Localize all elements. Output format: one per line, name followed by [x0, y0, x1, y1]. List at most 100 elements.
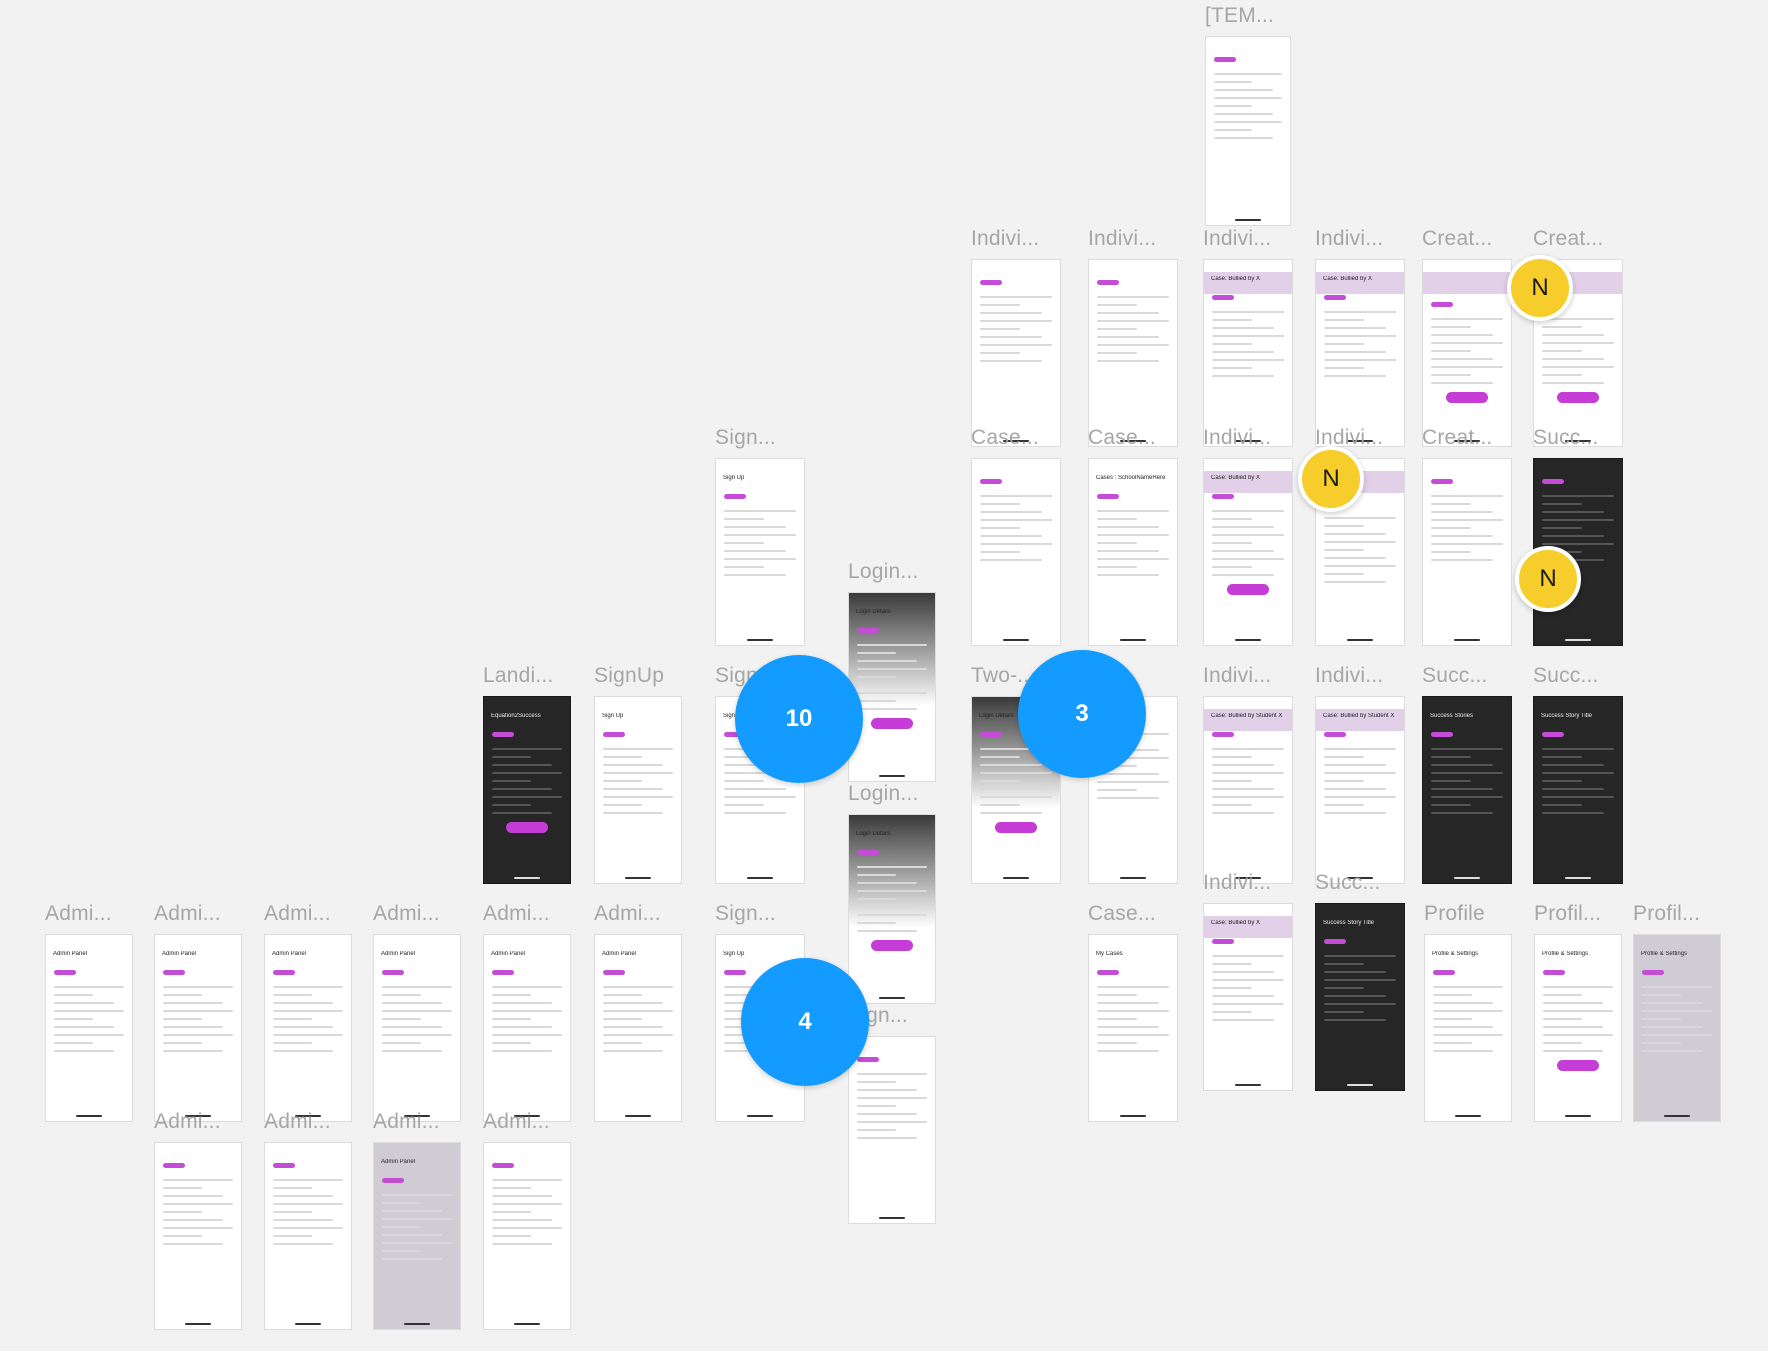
- filter-chip[interactable]: [1212, 494, 1234, 499]
- primary-button[interactable]: [1227, 584, 1269, 595]
- list-item[interactable]: [1431, 374, 1471, 376]
- list-item[interactable]: [1542, 374, 1582, 376]
- list-item[interactable]: [1324, 375, 1386, 377]
- filter-chip[interactable]: [980, 280, 1002, 285]
- list-item[interactable]: [1431, 772, 1503, 774]
- list-item[interactable]: [1212, 780, 1252, 782]
- list-item[interactable]: [273, 1235, 312, 1237]
- list-item[interactable]: [1212, 979, 1284, 981]
- list-item[interactable]: [163, 1243, 224, 1245]
- list-item[interactable]: [1542, 334, 1604, 336]
- list-item[interactable]: [603, 1018, 642, 1020]
- list-item[interactable]: [1097, 510, 1169, 512]
- list-item[interactable]: [1324, 1003, 1396, 1005]
- list-item[interactable]: [980, 503, 1020, 505]
- frame-succ-4[interactable]: Success Story Title: [1315, 903, 1405, 1091]
- filter-chip[interactable]: [1431, 479, 1453, 484]
- list-item[interactable]: [273, 1227, 343, 1229]
- frame-tem[interactable]: [1205, 36, 1291, 226]
- list-item[interactable]: [1212, 534, 1284, 536]
- list-item[interactable]: [980, 535, 1042, 537]
- list-item[interactable]: [1212, 319, 1252, 321]
- list-item[interactable]: [492, 748, 562, 750]
- frame-succ-3[interactable]: Success Story Title: [1533, 696, 1623, 884]
- list-item[interactable]: [1543, 1010, 1613, 1012]
- list-item[interactable]: [492, 780, 531, 782]
- list-item[interactable]: [273, 1211, 312, 1213]
- collaborator-avatar[interactable]: N: [1298, 446, 1364, 512]
- list-item[interactable]: [1542, 495, 1614, 497]
- list-item[interactable]: [1431, 503, 1471, 505]
- list-item[interactable]: [1433, 1026, 1494, 1028]
- list-item[interactable]: [1542, 527, 1582, 529]
- list-item[interactable]: [857, 1089, 918, 1091]
- frame-admi-9[interactable]: Admin Panel: [373, 1142, 461, 1330]
- list-item[interactable]: [724, 574, 786, 576]
- list-item[interactable]: [1324, 311, 1396, 313]
- list-item[interactable]: [492, 1243, 553, 1245]
- list-item[interactable]: [492, 772, 562, 774]
- list-item[interactable]: [603, 1026, 664, 1028]
- list-item[interactable]: [382, 1018, 421, 1020]
- primary-button[interactable]: [1446, 392, 1488, 403]
- list-item[interactable]: [1642, 1050, 1703, 1052]
- list-item[interactable]: [1212, 526, 1274, 528]
- list-item[interactable]: [1214, 89, 1273, 91]
- list-item[interactable]: [1433, 1042, 1472, 1044]
- list-item[interactable]: [1431, 527, 1471, 529]
- list-item[interactable]: [980, 812, 1042, 814]
- list-item[interactable]: [1212, 756, 1252, 758]
- list-item[interactable]: [603, 772, 673, 774]
- list-item[interactable]: [1324, 780, 1364, 782]
- list-item[interactable]: [1214, 113, 1273, 115]
- frame-label[interactable]: Succ...: [1315, 871, 1381, 895]
- list-item[interactable]: [1212, 542, 1252, 544]
- list-item[interactable]: [1431, 756, 1471, 758]
- list-item[interactable]: [1324, 812, 1386, 814]
- list-item[interactable]: [1324, 963, 1364, 965]
- list-item[interactable]: [1097, 994, 1137, 996]
- list-item[interactable]: [1642, 1018, 1681, 1020]
- list-item[interactable]: [1642, 1034, 1712, 1036]
- list-item[interactable]: [163, 994, 202, 996]
- list-item[interactable]: [603, 804, 642, 806]
- list-item[interactable]: [492, 1026, 553, 1028]
- list-item[interactable]: [1097, 336, 1159, 338]
- collaborator-avatar[interactable]: N: [1507, 255, 1573, 321]
- list-item[interactable]: [163, 1187, 202, 1189]
- list-item[interactable]: [1097, 320, 1169, 322]
- list-item[interactable]: [1431, 318, 1503, 320]
- list-item[interactable]: [492, 764, 553, 766]
- list-item[interactable]: [1431, 535, 1493, 537]
- list-item[interactable]: [603, 1034, 673, 1036]
- list-item[interactable]: [492, 1227, 562, 1229]
- list-item[interactable]: [1214, 129, 1252, 131]
- list-item[interactable]: [163, 986, 233, 988]
- filter-chip[interactable]: [1212, 295, 1234, 300]
- list-item[interactable]: [724, 796, 796, 798]
- list-item[interactable]: [724, 550, 786, 552]
- frame-creat-1[interactable]: [1422, 259, 1512, 447]
- list-item[interactable]: [980, 328, 1020, 330]
- list-item[interactable]: [492, 1219, 553, 1221]
- list-item[interactable]: [1097, 526, 1159, 528]
- frame-indivi-2[interactable]: [1088, 259, 1178, 447]
- frame-label[interactable]: Profile: [1424, 902, 1485, 926]
- list-item[interactable]: [273, 1010, 343, 1012]
- frame-label[interactable]: Indivi...: [1203, 227, 1271, 251]
- list-item[interactable]: [980, 527, 1020, 529]
- list-item[interactable]: [980, 352, 1020, 354]
- list-item[interactable]: [1212, 1019, 1274, 1021]
- list-item[interactable]: [1097, 518, 1137, 520]
- list-item[interactable]: [1212, 550, 1274, 552]
- list-item[interactable]: [980, 804, 1020, 806]
- list-item[interactable]: [1642, 1010, 1712, 1012]
- list-item[interactable]: [1324, 517, 1396, 519]
- list-item[interactable]: [857, 660, 918, 662]
- collaborator-avatar[interactable]: N: [1515, 546, 1581, 612]
- list-item[interactable]: [1433, 1018, 1472, 1020]
- frame-label[interactable]: Profil...: [1534, 902, 1601, 926]
- list-item[interactable]: [54, 1042, 93, 1044]
- list-item[interactable]: [980, 312, 1042, 314]
- list-item[interactable]: [1431, 748, 1503, 750]
